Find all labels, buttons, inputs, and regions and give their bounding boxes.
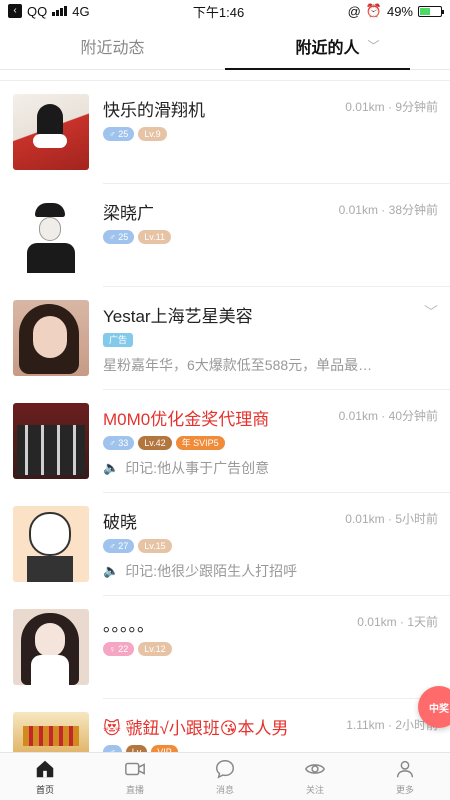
user-note: 印记:他从事于广告创意: [125, 460, 270, 476]
lock-rotation-icon: @: [347, 3, 361, 19]
tabbar-label: 更多: [395, 784, 414, 795]
tab-nearby-moments[interactable]: 附近动态: [0, 22, 225, 69]
gender-age-badge: ♂ 25: [103, 230, 135, 244]
alarm-icon: ⏰: [365, 3, 382, 18]
advertiser-name: Yestar上海艺星美容: [103, 307, 253, 326]
avatar[interactable]: [13, 403, 89, 479]
user-name: 。。。。。: [103, 616, 154, 635]
clock: 下午1:46: [192, 4, 245, 20]
list-item[interactable]: 😻 虢鈕√小跟班😘本人男 1.11km · 2小时前 ♂ Lv VIP: [0, 699, 450, 752]
avatar[interactable]: [13, 609, 89, 685]
gender-age-badge: ♂ 33: [103, 436, 135, 450]
people-list: 快乐的滑翔机 0.01km · 9分钟前 ♂ 25 Lv.9 梁晓广 0.01k…: [0, 70, 450, 752]
status-bar: ‹ QQ 4G 下午1:46 @ ⏰ 49%: [0, 0, 450, 22]
tabbar-item-more[interactable]: 更多: [360, 753, 450, 800]
avatar[interactable]: [13, 94, 89, 170]
speaker-icon: 🔈: [103, 460, 120, 475]
distance-time: 0.01km · 9分钟前: [345, 100, 438, 114]
distance-time: 0.01km · 38分钟前: [338, 203, 438, 217]
tab-nearby-people[interactable]: 附近的人 ﹀: [225, 22, 450, 70]
user-name: 快乐的滑翔机: [103, 101, 205, 120]
tabbar-item-messages[interactable]: 消息: [180, 753, 270, 800]
carrier-label: QQ: [27, 3, 48, 19]
video-icon: [125, 762, 145, 775]
avatar[interactable]: [13, 300, 89, 376]
user-name: 破晓: [103, 513, 137, 532]
list-item[interactable]: 。。。。。 0.01km · 1天前 ♀ 22 Lv.12: [0, 596, 450, 699]
ad-options-chevron-icon[interactable]: ﹀: [424, 302, 438, 322]
tabbar-item-live[interactable]: 直播: [90, 753, 180, 800]
avatar[interactable]: [13, 712, 89, 752]
level-badge: Lv: [125, 745, 148, 752]
tabbar-item-follow[interactable]: 关注: [270, 753, 360, 800]
gender-age-badge: ♂ 25: [103, 127, 135, 141]
user-name: 😻 虢鈕√小跟班😘本人男: [103, 719, 289, 738]
list-item[interactable]: 破晓 0.01km · 5小时前 ♂ 27 Lv.15 🔈 印记:他很少跟陌生人打…: [0, 493, 450, 596]
distance-time: 0.01km · 40分钟前: [338, 409, 438, 423]
level-badge: Lv.42: [138, 436, 172, 450]
chevron-down-icon[interactable]: ﹀: [368, 37, 380, 54]
battery-icon: [418, 5, 444, 17]
avatar[interactable]: [13, 506, 89, 582]
tabbar-label: 关注: [305, 784, 324, 795]
svip-badge: 年 SVIP5: [175, 436, 225, 450]
top-tabs: 附近动态 附近的人 ﹀: [0, 22, 450, 70]
tabbar-label: 首页: [35, 784, 54, 795]
eye-icon: [305, 763, 325, 774]
ad-badge: 广告: [103, 333, 134, 347]
user-name: M0M0优化金奖代理商: [103, 410, 270, 429]
level-badge: Lv.11: [138, 230, 171, 244]
list-item[interactable]: 快乐的滑翔机 0.01km · 9分钟前 ♂ 25 Lv.9: [0, 81, 450, 184]
message-icon: [216, 759, 234, 779]
level-badge: Lv.9: [138, 127, 167, 141]
network-label: 4G: [72, 3, 90, 19]
svip-badge: VIP: [151, 745, 178, 752]
home-icon: [36, 760, 54, 777]
tabbar-item-home[interactable]: 首页: [0, 753, 90, 800]
gender-age-badge: ♂: [103, 745, 122, 752]
gender-age-badge: ♀ 22: [103, 642, 135, 656]
distance-time: 0.01km · 1天前: [357, 615, 438, 629]
avatar[interactable]: [13, 197, 89, 273]
tabbar-label: 消息: [215, 784, 234, 795]
distance-time: 0.01km · 5小时前: [345, 512, 438, 526]
user-name: 梁晓广: [103, 204, 154, 223]
tabbar-label: 直播: [125, 784, 144, 795]
ad-description: 星粉嘉年华，6大爆款低至588元，单品最…: [103, 357, 373, 373]
speaker-icon: 🔈: [103, 563, 120, 578]
level-badge: Lv.12: [138, 642, 172, 656]
battery-percent: 49%: [386, 3, 413, 19]
person-icon: [396, 760, 414, 777]
ad-item[interactable]: Yestar上海艺星美容 ﹀ 广告 星粉嘉年华，6大爆款低至588元，单品最…: [0, 287, 450, 390]
user-note: 印记:他很少跟陌生人打招呼: [125, 563, 298, 579]
level-badge: Lv.15: [138, 539, 172, 553]
signal-icon: [52, 6, 68, 16]
list-item[interactable]: M0M0优化金奖代理商 0.01km · 40分钟前 ♂ 33 Lv.42 年 …: [0, 390, 450, 493]
gender-age-badge: ♂ 27: [103, 539, 135, 553]
back-to-app-icon[interactable]: ‹: [8, 4, 22, 18]
bottom-tab-bar: 首页 直播 消息 关注 更多: [0, 752, 450, 800]
list-item[interactable]: 梁晓广 0.01km · 38分钟前 ♂ 25 Lv.11: [0, 184, 450, 287]
